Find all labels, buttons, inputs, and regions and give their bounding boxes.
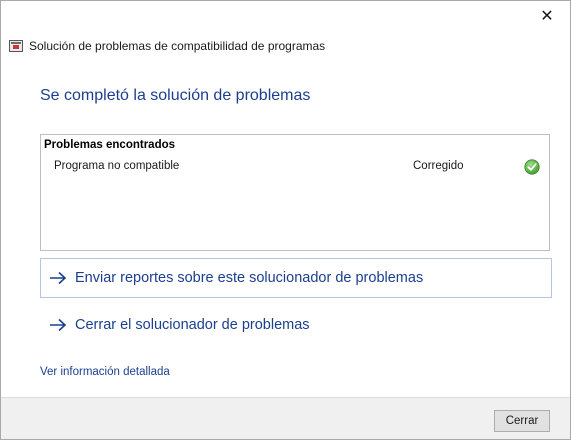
send-reports-label: Enviar reportes sobre este solucionador … [75,270,424,286]
problem-row: Programa no compatible Corregido [41,159,549,177]
arrow-right-icon [50,318,67,332]
problems-header: Problemas encontrados [44,139,176,151]
problems-found-panel: Problemas encontrados Programa no compat… [40,134,550,251]
check-icon [524,159,540,175]
troubleshooter-window: ✕ Solución de problemas de compatibilida… [0,0,571,440]
troubleshooter-app-icon [9,40,23,52]
view-details-link[interactable]: Ver información detallada [40,366,170,378]
arrow-right-icon [50,271,67,285]
send-reports-link[interactable]: Enviar reportes sobre este solucionador … [40,258,552,298]
window-close-button[interactable]: ✕ [524,1,570,31]
page-heading: Se completó la solución de problemas [40,87,311,104]
window-title: Solución de problemas de compatibilidad … [29,39,326,53]
close-icon: ✕ [540,8,554,25]
title-bar: Solución de problemas de compatibilidad … [9,37,325,55]
close-troubleshooter-link[interactable]: Cerrar el solucionador de problemas [40,305,552,345]
problem-status: Corregido [413,160,464,172]
close-troubleshooter-label: Cerrar el solucionador de problemas [75,317,310,333]
dialog-footer [1,397,570,439]
problem-name: Programa no compatible [54,160,180,172]
close-button[interactable]: Cerrar [494,410,550,432]
